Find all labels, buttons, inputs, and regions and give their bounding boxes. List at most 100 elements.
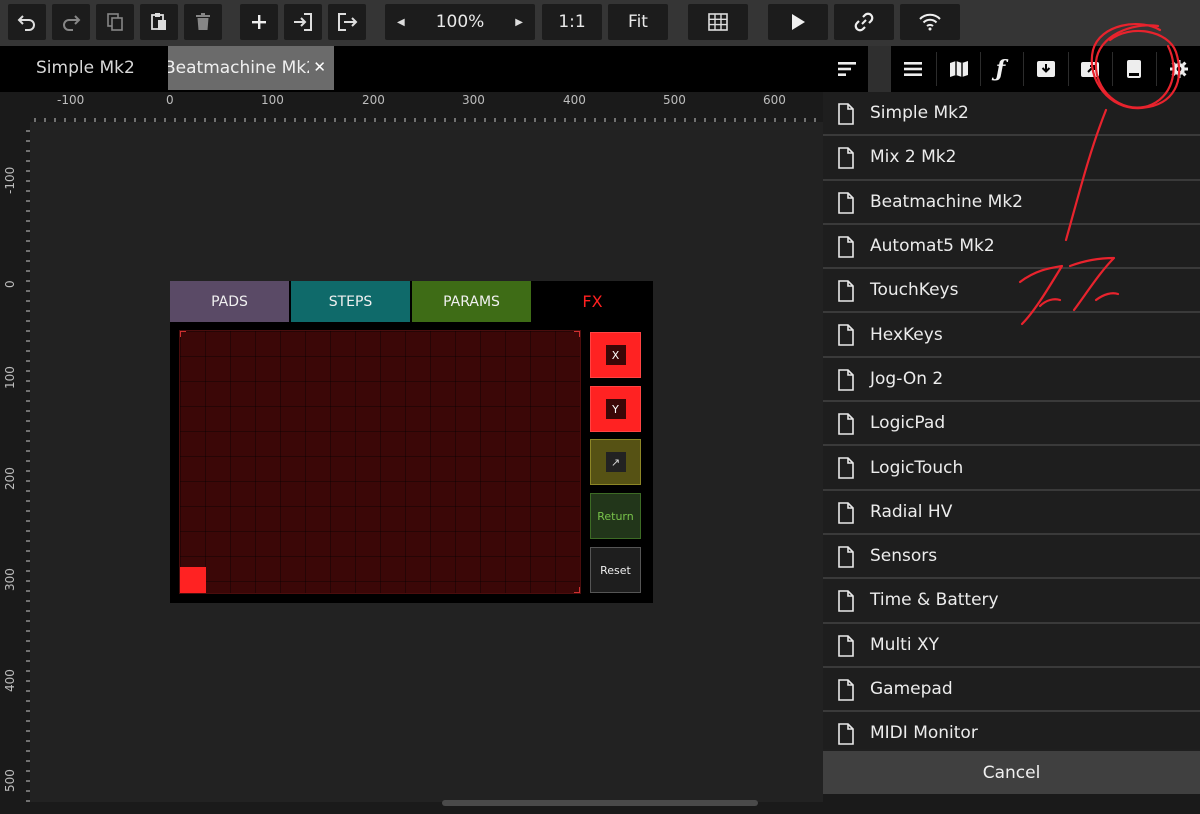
template-list-item[interactable]: MIDI Monitor xyxy=(823,712,1200,749)
fit-button[interactable]: Fit xyxy=(608,4,668,40)
link-icon xyxy=(854,12,874,32)
cancel-button[interactable]: Cancel xyxy=(823,751,1200,794)
ruler-label: 100 xyxy=(261,93,284,107)
template-list-item[interactable]: Time & Battery xyxy=(823,579,1200,624)
cancel-label: Cancel xyxy=(982,762,1041,783)
paste-button[interactable] xyxy=(140,4,178,40)
export-button[interactable] xyxy=(328,4,366,40)
sort-button[interactable] xyxy=(825,46,868,92)
play-icon xyxy=(792,14,805,30)
zoom-in-arrow-icon[interactable]: ▶ xyxy=(515,17,523,28)
ruler-label: 0 xyxy=(166,93,174,107)
template-tab-params[interactable]: PARAMS xyxy=(412,281,531,322)
ruler-label: 200 xyxy=(362,93,385,107)
redo-button[interactable] xyxy=(52,4,90,40)
y-label: Y xyxy=(605,399,626,419)
sort-icon xyxy=(837,62,856,76)
ruler-label: 300 xyxy=(3,568,17,591)
document-icon xyxy=(838,191,854,214)
template-list-item[interactable]: Jog-On 2 xyxy=(823,357,1200,403)
close-icon[interactable]: ✕ xyxy=(309,58,326,76)
ruler-label: 200 xyxy=(3,467,17,490)
template-list-item-label: Automat5 Mk2 xyxy=(870,236,995,257)
template-list-item[interactable]: LogicTouch xyxy=(823,446,1200,491)
import-icon xyxy=(294,13,312,31)
document-icon xyxy=(838,324,854,347)
ruler-label: 0 xyxy=(3,280,17,288)
corner-marker xyxy=(574,587,580,593)
ruler-label: 300 xyxy=(462,93,485,107)
template-list-item[interactable]: Gamepad xyxy=(823,667,1200,713)
ruler-label: 500 xyxy=(3,769,17,792)
arrow-up-right-icon: ↗ xyxy=(605,452,626,472)
zoom-control[interactable]: ◀ 100% ▶ xyxy=(385,4,535,40)
y-button[interactable]: Y xyxy=(590,386,641,432)
template-list-item[interactable]: Sensors xyxy=(823,534,1200,580)
template-list-item-label: Time & Battery xyxy=(870,590,999,611)
swap-button[interactable]: ↗ xyxy=(590,439,641,485)
template-preview[interactable]: PADS STEPS PARAMS FX X Y ↗ Return Reset xyxy=(170,281,653,603)
template-list-item-label: MIDI Monitor xyxy=(870,723,978,744)
map-button[interactable] xyxy=(937,46,980,92)
undo-button[interactable] xyxy=(8,4,46,40)
template-tab-pads[interactable]: PADS xyxy=(170,281,289,322)
x-label: X xyxy=(605,345,626,365)
xy-pad[interactable] xyxy=(179,330,581,594)
corner-marker xyxy=(180,331,186,337)
undo-icon xyxy=(17,15,35,31)
template-list-item-label: Multi XY xyxy=(870,634,939,655)
vertical-ruler-ticks xyxy=(26,130,30,802)
export-icon xyxy=(338,13,358,31)
template-tab-label: FX xyxy=(582,292,603,311)
tab-label: Beatmachine Mk2 xyxy=(168,58,317,78)
template-tab-steps[interactable]: STEPS xyxy=(291,281,410,322)
x-button[interactable]: X xyxy=(590,332,641,378)
connections-button[interactable] xyxy=(834,4,894,40)
zoom-out-arrow-icon[interactable]: ◀ xyxy=(397,17,405,28)
template-tab-label: PADS xyxy=(211,293,248,310)
ruler-label: 400 xyxy=(563,93,586,107)
template-tab-label: PARAMS xyxy=(443,293,500,310)
template-list-item[interactable]: Radial HV xyxy=(823,490,1200,535)
tab-label: Simple Mk2 xyxy=(36,58,135,78)
template-list-item[interactable]: Multi XY xyxy=(823,623,1200,668)
template-list-item-label: Sensors xyxy=(870,546,938,567)
template-list-item-label: Gamepad xyxy=(870,679,953,699)
return-label: Return xyxy=(597,509,634,523)
document-icon xyxy=(838,723,854,745)
list-view-button[interactable] xyxy=(891,46,934,92)
reset-label: Reset xyxy=(600,563,631,577)
trash-icon xyxy=(196,13,210,30)
zoom-one-button[interactable]: 1:1 xyxy=(542,4,602,40)
reset-button[interactable]: Reset xyxy=(590,547,641,593)
ruler-label: 400 xyxy=(3,669,17,692)
template-list-item-label: Simple Mk2 xyxy=(870,103,969,124)
copy-icon xyxy=(107,13,123,31)
grid-button[interactable] xyxy=(688,4,748,40)
delete-button[interactable] xyxy=(184,4,222,40)
play-button[interactable] xyxy=(768,4,828,40)
ruler-label: 600 xyxy=(763,93,786,107)
zoom-value: 100% xyxy=(435,12,485,32)
xy-pad-grid xyxy=(180,331,580,593)
add-button[interactable] xyxy=(240,4,278,40)
import-button[interactable] xyxy=(284,4,322,40)
document-icon xyxy=(838,147,854,170)
template-list-item-label: Mix 2 Mk2 xyxy=(870,147,957,168)
document-icon xyxy=(838,413,854,435)
xy-handle[interactable] xyxy=(180,567,206,593)
template-tab-fx[interactable]: FX xyxy=(533,281,652,322)
selected-tool-slot[interactable] xyxy=(868,46,891,92)
tab-simple-mk2[interactable]: Simple Mk2 xyxy=(0,46,166,90)
redo-icon xyxy=(63,15,81,31)
return-button[interactable]: Return xyxy=(590,493,641,539)
template-list-item-label: Jog-On 2 xyxy=(870,368,944,389)
paste-icon xyxy=(151,13,166,30)
document-icon xyxy=(838,501,854,524)
tab-beatmachine-mk2[interactable]: Beatmachine Mk2 ✕ xyxy=(168,46,334,90)
template-list-item[interactable]: LogicPad xyxy=(823,402,1200,447)
copy-button[interactable] xyxy=(96,4,134,40)
template-list-item-label: LogicTouch xyxy=(870,457,964,478)
corner-marker xyxy=(574,331,580,337)
wifi-button[interactable] xyxy=(900,4,960,40)
